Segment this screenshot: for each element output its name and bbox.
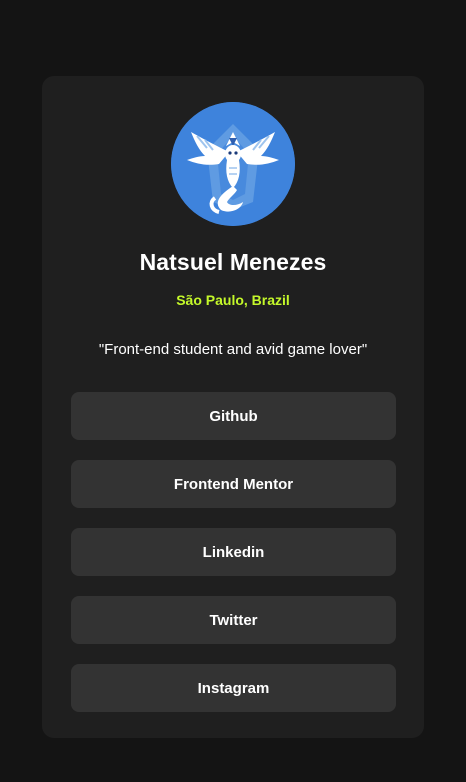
profile-name: Natsuel Menezes xyxy=(139,249,327,275)
github-button[interactable]: Github xyxy=(71,392,396,440)
linkedin-button[interactable]: Linkedin xyxy=(71,528,396,576)
lugia-avatar-icon xyxy=(171,102,295,226)
profile-location: São Paulo, Brazil xyxy=(176,292,290,308)
avatar xyxy=(171,102,295,226)
social-links: Github Frontend Mentor Linkedin Twitter … xyxy=(71,392,396,712)
frontend-mentor-button[interactable]: Frontend Mentor xyxy=(71,460,396,508)
twitter-button[interactable]: Twitter xyxy=(71,596,396,644)
page: Natsuel Menezes São Paulo, Brazil "Front… xyxy=(0,0,466,782)
profile-bio: "Front-end student and avid game lover" xyxy=(98,341,368,358)
instagram-button[interactable]: Instagram xyxy=(71,664,396,712)
profile-card: Natsuel Menezes São Paulo, Brazil "Front… xyxy=(42,76,424,738)
